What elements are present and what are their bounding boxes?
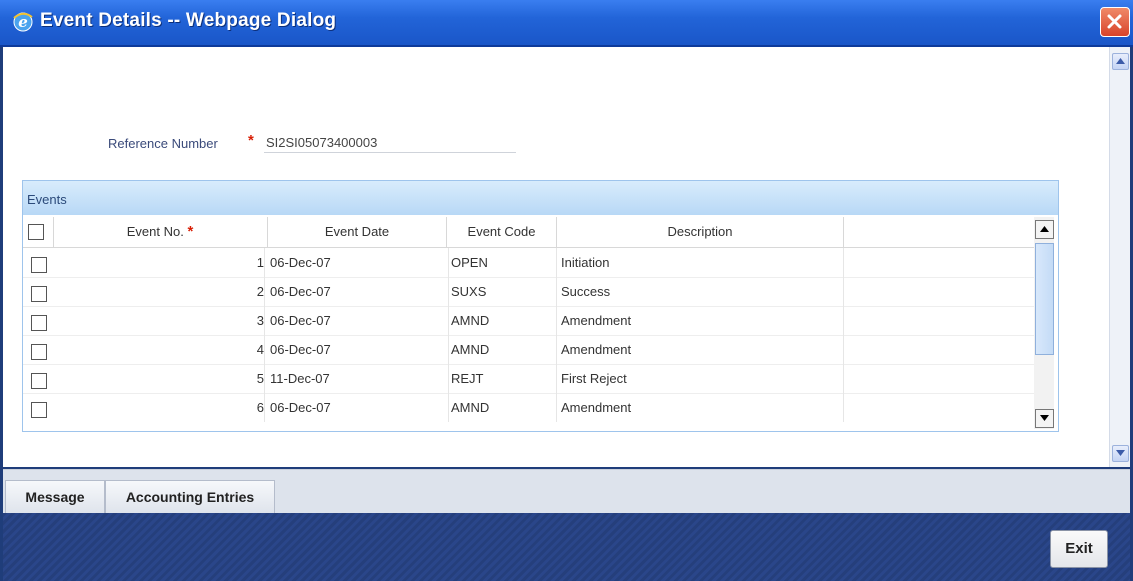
event-no-cell: 6 — [53, 393, 265, 422]
tab-bar: Message Accounting Entries — [3, 469, 1130, 514]
description-cell: Amendment — [559, 393, 844, 422]
scroll-down-button[interactable] — [1112, 445, 1129, 462]
event-no-cell: 5 — [53, 364, 265, 393]
description-cell: Amendment — [559, 306, 844, 335]
exit-button[interactable]: Exit — [1050, 530, 1108, 568]
event-no-cell: 4 — [53, 335, 265, 364]
footer-bar — [3, 513, 1130, 581]
description-cell: Amendment — [559, 335, 844, 364]
description-cell: Success — [559, 277, 844, 306]
table-row[interactable]: 6 06-Dec-07 AMND Amendment — [23, 393, 1035, 422]
row-checkbox[interactable] — [31, 257, 47, 273]
description-cell: Initiation — [559, 248, 844, 277]
reference-number-label: Reference Number — [108, 136, 218, 151]
table-row[interactable]: 1 06-Dec-07 OPEN Initiation — [23, 248, 1035, 278]
row-checkbox[interactable] — [31, 373, 47, 389]
svg-text:e: e — [18, 13, 28, 31]
title-bar[interactable]: e Event Details -- Webpage Dialog — [0, 0, 1133, 47]
window-scrollbar[interactable] — [1109, 47, 1130, 467]
event-code-cell: OPEN — [449, 248, 557, 277]
event-date-cell: 06-Dec-07 — [268, 306, 449, 335]
reference-number-input[interactable] — [264, 132, 516, 153]
select-all-checkbox[interactable] — [28, 224, 44, 240]
row-checkbox[interactable] — [31, 286, 47, 302]
event-code-cell: AMND — [449, 335, 557, 364]
table-row[interactable]: 3 06-Dec-07 AMND Amendment — [23, 306, 1035, 336]
table-scrollbar[interactable] — [1034, 217, 1054, 429]
events-title: Events — [27, 192, 67, 207]
event-code-cell: SUXS — [449, 277, 557, 306]
table-scroll-thumb[interactable] — [1035, 243, 1054, 355]
event-no-cell: 1 — [53, 248, 265, 277]
ie-icon: e — [12, 11, 34, 33]
col-event-code[interactable]: Event Code — [447, 217, 557, 247]
event-no-cell: 3 — [53, 306, 265, 335]
tab-accounting-entries[interactable]: Accounting Entries — [105, 480, 275, 513]
description-cell: First Reject — [559, 364, 844, 393]
col-event-no-required: * — [187, 223, 194, 240]
row-checkbox[interactable] — [31, 344, 47, 360]
col-event-no[interactable]: Event No. * — [53, 217, 268, 247]
event-date-cell: 11-Dec-07 — [268, 364, 449, 393]
col-event-no-label: Event No. — [126, 224, 184, 239]
event-no-cell: 2 — [53, 277, 265, 306]
col-event-date[interactable]: Event Date — [268, 217, 447, 247]
event-date-cell: 06-Dec-07 — [268, 277, 449, 306]
event-code-cell: AMND — [449, 306, 557, 335]
event-date-cell: 06-Dec-07 — [268, 335, 449, 364]
col-blank — [844, 217, 1034, 247]
event-code-cell: AMND — [449, 393, 557, 422]
select-all-cell — [23, 217, 54, 247]
row-checkbox[interactable] — [31, 315, 47, 331]
table-row[interactable]: 4 06-Dec-07 AMND Amendment — [23, 335, 1035, 365]
arrow-up-icon — [1116, 58, 1125, 64]
events-table-header: Event No. * Event Date Event Code Descri… — [23, 217, 1035, 248]
required-indicator: * — [248, 132, 254, 149]
arrow-down-icon — [1040, 415, 1049, 421]
events-section: Events Event No. * Event Date Event Code… — [22, 180, 1059, 432]
table-row[interactable]: 5 11-Dec-07 REJT First Reject — [23, 364, 1035, 394]
close-button[interactable] — [1100, 7, 1130, 37]
tab-message[interactable]: Message — [5, 480, 105, 513]
scroll-up-button[interactable] — [1112, 53, 1129, 70]
event-date-cell: 06-Dec-07 — [268, 393, 449, 422]
table-scroll-down-button[interactable] — [1035, 409, 1054, 428]
window-title: Event Details -- Webpage Dialog — [40, 10, 337, 31]
arrow-down-icon — [1116, 450, 1125, 456]
close-icon — [1107, 14, 1122, 29]
col-description[interactable]: Description — [557, 217, 844, 247]
events-header: Events — [23, 181, 1058, 215]
row-checkbox[interactable] — [31, 402, 47, 418]
event-code-cell: REJT — [449, 364, 557, 393]
event-details-dialog: e Event Details -- Webpage Dialog Refere… — [0, 0, 1133, 581]
table-row[interactable]: 2 06-Dec-07 SUXS Success — [23, 277, 1035, 307]
arrow-up-icon — [1040, 226, 1049, 232]
event-date-cell: 06-Dec-07 — [268, 248, 449, 277]
table-scroll-up-button[interactable] — [1035, 220, 1054, 239]
